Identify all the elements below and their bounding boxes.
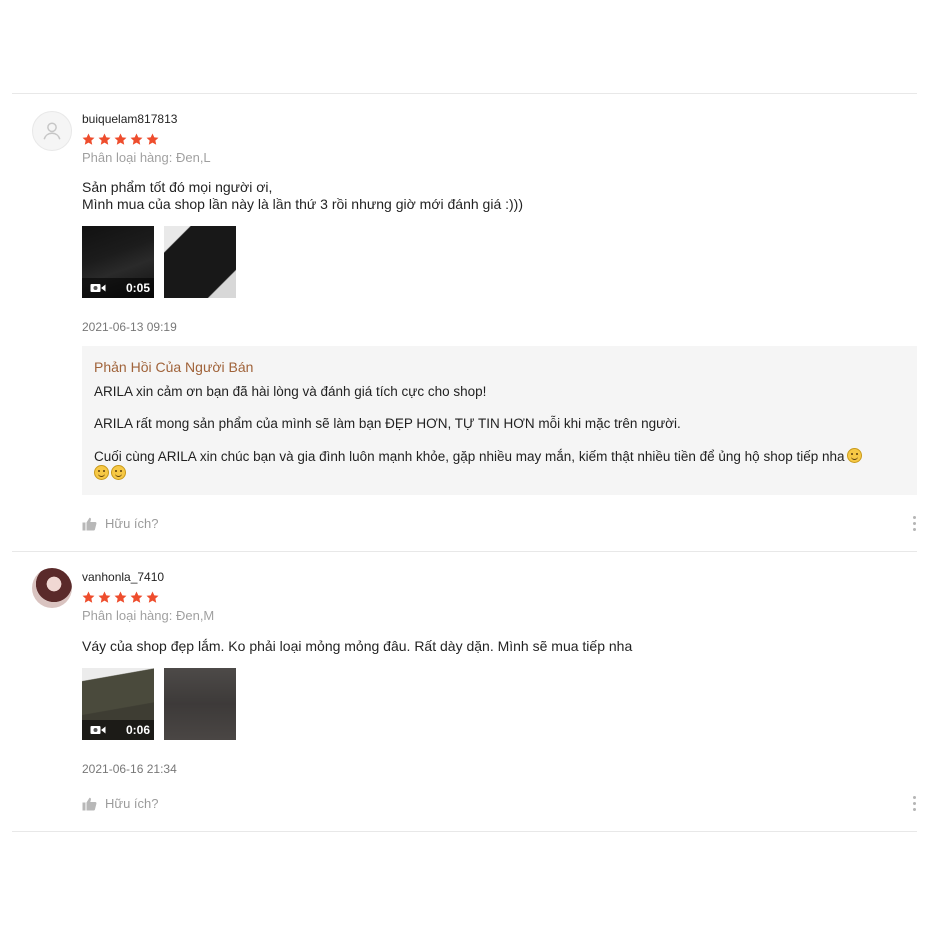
video-camera-icon xyxy=(90,726,106,734)
divider xyxy=(12,831,917,832)
seller-reply-line-text: Cuối cùng ARILA xin chúc bạn và gia đình… xyxy=(94,449,845,464)
more-vertical-icon[interactable] xyxy=(911,796,917,811)
avatar[interactable] xyxy=(32,111,72,151)
media-list: 0:06 xyxy=(82,668,236,740)
media-list: 0:05 xyxy=(82,226,236,298)
avatar[interactable] xyxy=(32,568,72,608)
star-icon xyxy=(82,591,95,603)
star-icon xyxy=(82,133,95,145)
divider-top xyxy=(12,93,917,94)
seller-reply-line-last: Cuối cùng ARILA xin chúc bạn và gia đình… xyxy=(94,448,905,482)
video-bar: 0:06 xyxy=(82,720,154,740)
video-camera-icon xyxy=(90,284,106,292)
star-icon xyxy=(130,133,143,145)
review-time: 2021-06-16 21:34 xyxy=(82,762,177,776)
variation-label: Phân loại hàng: Đen,M xyxy=(82,608,215,623)
username[interactable]: vanhonla_7410 xyxy=(82,570,164,584)
star-icon xyxy=(98,133,111,145)
star-icon xyxy=(146,133,159,145)
variation-label: Phân loại hàng: Đen,L xyxy=(82,150,211,165)
rating-stars xyxy=(82,133,159,146)
divider xyxy=(12,551,917,552)
star-icon xyxy=(114,133,127,145)
review-image-thumbnail[interactable] xyxy=(164,668,236,740)
seller-reply: Phản Hồi Của Người Bán ARILA xin cảm ơn … xyxy=(82,346,917,495)
video-duration: 0:05 xyxy=(125,281,150,295)
smiley-emoji-icon xyxy=(111,465,126,480)
more-vertical-icon[interactable] xyxy=(911,516,917,531)
star-icon xyxy=(130,591,143,603)
rating-stars xyxy=(82,591,159,604)
helpful-button[interactable]: Hữu ích? xyxy=(82,796,159,811)
review-image-thumbnail[interactable] xyxy=(164,226,236,298)
username[interactable]: buiquelam817813 xyxy=(82,112,177,126)
review-content: Váy của shop đẹp lắm. Ko phải loại mỏng … xyxy=(82,638,633,654)
seller-reply-line: ARILA xin cảm ơn bạn đã hài lòng và đánh… xyxy=(94,384,487,399)
smiley-emoji-icon xyxy=(94,465,109,480)
review-content: Sản phẩm tốt đó mọi người ơi, Mình mua c… xyxy=(82,179,523,212)
smiley-emoji-icon xyxy=(846,448,862,463)
review-video-thumbnail[interactable]: 0:06 xyxy=(82,668,154,740)
star-icon xyxy=(146,591,159,603)
seller-reply-line: ARILA rất mong sản phẩm của mình sẽ làm … xyxy=(94,416,681,431)
helpful-label: Hữu ích? xyxy=(105,796,159,811)
helpful-label: Hữu ích? xyxy=(105,516,159,531)
user-icon xyxy=(43,122,61,140)
thumbs-up-icon xyxy=(82,797,97,810)
helpful-button[interactable]: Hữu ích? xyxy=(82,516,159,531)
seller-reply-title: Phản Hồi Của Người Bán xyxy=(94,359,254,375)
video-duration: 0:06 xyxy=(125,723,150,737)
star-icon xyxy=(114,591,127,603)
star-icon xyxy=(98,591,111,603)
review-video-thumbnail[interactable]: 0:05 xyxy=(82,226,154,298)
review-time: 2021-06-13 09:19 xyxy=(82,320,177,334)
video-bar: 0:05 xyxy=(82,278,154,298)
thumbs-up-icon xyxy=(82,517,97,530)
